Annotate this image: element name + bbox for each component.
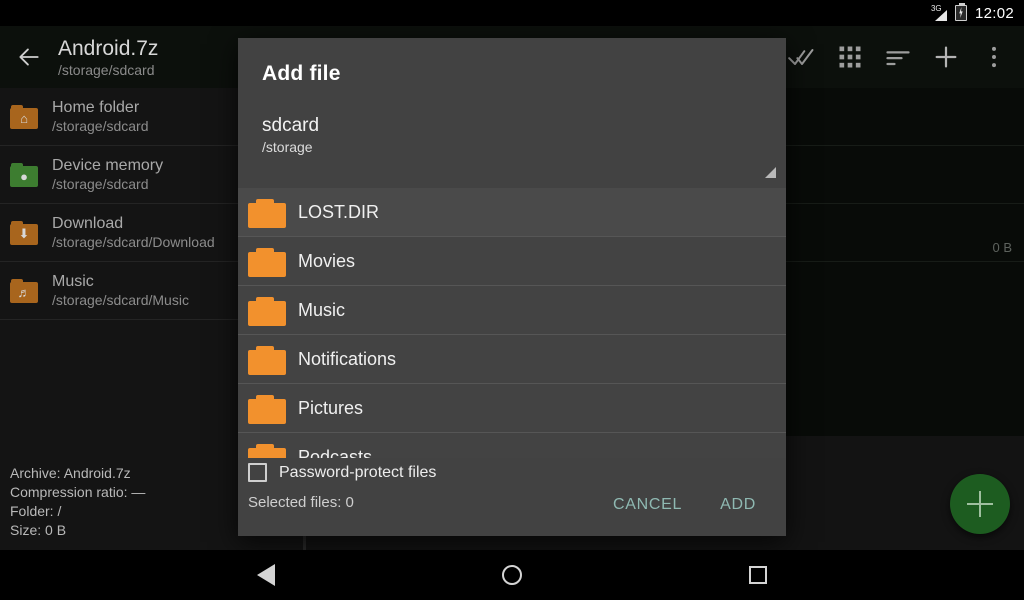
sidebar-item-path: /storage/sdcard/Download [52,233,215,251]
current-folder-path: /storage [262,138,762,157]
plus-icon-vertical [979,491,982,517]
list-item-label: Podcasts [298,447,372,459]
current-folder-name: sdcard [262,114,762,138]
nav-back-icon[interactable] [243,552,289,598]
archive-name: Android.7z [58,36,158,61]
grid-view-icon[interactable] [826,26,874,88]
add-icon[interactable] [922,26,970,88]
resize-grip-icon[interactable] [765,167,776,178]
sidebar-item-label: Device memory [52,156,163,175]
system-navigation-bar [0,550,1024,600]
cancel-button[interactable]: CANCEL [599,486,696,524]
signal-bars [935,10,947,21]
dialog-path-header[interactable]: sdcard /storage [238,102,786,188]
list-item[interactable]: Notifications [238,335,786,384]
dialog-title: Add file [262,62,341,86]
list-item-label: Movies [298,251,355,272]
password-protect-checkbox[interactable] [248,463,267,482]
status-bar-clock: 12:02 [975,5,1014,22]
list-item-label: Notifications [298,349,396,370]
back-arrow-icon[interactable] [0,26,58,88]
folder-icon [248,248,286,275]
nav-recents-icon[interactable] [735,552,781,598]
dialog-footer: Password-protect files Selected files: 0… [238,458,786,536]
list-item[interactable]: Music [238,286,786,335]
sidebar-item-label: Home folder [52,98,149,117]
android-device-icon: ● [10,162,40,188]
list-item[interactable]: Pictures [238,384,786,433]
battery-charging-icon [955,5,967,21]
music-folder-icon: ♬ [10,278,40,304]
home-folder-icon: ⌂ [10,104,40,130]
password-protect-row[interactable]: Password-protect files [248,463,436,482]
sidebar-item-label: Music [52,272,189,291]
file-browser-list[interactable]: LOST.DIR Movies Music Notifications [238,188,786,458]
password-protect-label: Password-protect files [279,464,436,482]
add-fab[interactable] [950,474,1010,534]
list-item[interactable]: Podcasts [238,433,786,458]
battery-bolt [958,7,963,18]
add-button[interactable]: ADD [706,486,770,524]
selected-files-count: Selected files: 0 [248,494,354,511]
list-item[interactable]: LOST.DIR [238,188,786,237]
archive-path: /storage/sdcard [58,61,158,79]
folder-icon [248,395,286,422]
folder-icon [248,444,286,459]
folder-icon [248,199,286,226]
signal-3g-icon: 3G [931,6,947,21]
list-item-label: Pictures [298,398,363,419]
add-file-dialog: Add file sdcard /storage LOST.DIR Movies [238,38,786,536]
folder-icon [248,297,286,324]
page-title: Android.7z /storage/sdcard [58,36,158,79]
nav-home-icon[interactable] [489,552,535,598]
status-bar: 3G 12:02 [0,0,1024,26]
app-bar-actions [778,26,1024,88]
overflow-menu-icon[interactable] [970,26,1018,88]
sidebar-item-path: /storage/sdcard [52,175,163,193]
sidebar-item-label: Download [52,214,215,233]
list-item-label: LOST.DIR [298,202,379,223]
sidebar-item-path: /storage/sdcard/Music [52,291,189,309]
row-size: 0 B [992,240,1012,255]
android-screen: 3G 12:02 0 B Android.7z /st [0,0,1024,600]
dialog-actions: CANCEL ADD [599,486,770,524]
list-item-label: Music [298,300,345,321]
sidebar-item-path: /storage/sdcard [52,117,149,135]
sort-icon[interactable] [874,26,922,88]
download-folder-icon: ⬇ [10,220,40,246]
folder-icon [248,346,286,373]
list-item[interactable]: Movies [238,237,786,286]
